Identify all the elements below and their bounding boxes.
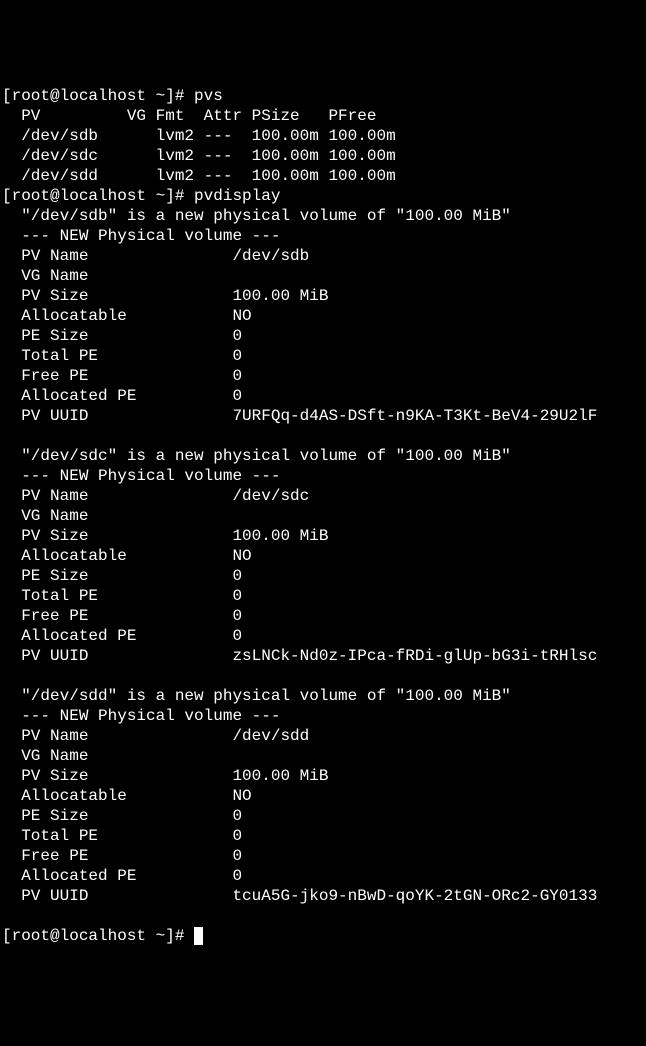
prompt: [root@localhost ~]# [2, 927, 194, 945]
terminal[interactable]: [root@localhost ~]# pvs PV VG Fmt Attr P… [2, 86, 644, 946]
pvs-row: /dev/sdc lvm2 --- 100.00m 100.00m [2, 147, 396, 165]
pv-intro: "/dev/sdc" is a new physical volume of "… [2, 447, 511, 465]
pv-size: PV Size 100.00 MiB [2, 767, 328, 785]
pv-intro: "/dev/sdb" is a new physical volume of "… [2, 207, 511, 225]
pv-intro: "/dev/sdd" is a new physical volume of "… [2, 687, 511, 705]
free-pe: Free PE 0 [2, 847, 242, 865]
command-pvs: pvs [194, 87, 223, 105]
allocated-pe: Allocated PE 0 [2, 387, 242, 405]
blank-line [2, 427, 31, 445]
pvs-row: /dev/sdb lvm2 --- 100.00m 100.00m [2, 127, 396, 145]
pv-section-header: --- NEW Physical volume --- [2, 707, 280, 725]
total-pe: Total PE 0 [2, 347, 242, 365]
pv-name: PV Name /dev/sdc [2, 487, 309, 505]
pv-uuid: PV UUID zsLNCk-Nd0z-IPca-fRDi-glUp-bG3i-… [2, 647, 597, 665]
pe-size: PE Size 0 [2, 567, 271, 585]
total-pe: Total PE 0 [2, 827, 242, 845]
pv-size: PV Size 100.00 MiB [2, 527, 328, 545]
total-pe: Total PE 0 [2, 587, 242, 605]
pv-section-header: --- NEW Physical volume --- [2, 227, 280, 245]
allocatable: Allocatable NO [2, 787, 252, 805]
pv-uuid: PV UUID tcuA5G-jko9-nBwD-qoYK-2tGN-ORc2-… [2, 887, 597, 905]
blank-line [2, 667, 31, 685]
pv-name: PV Name /dev/sdb [2, 247, 309, 265]
pe-size: PE Size 0 [2, 327, 271, 345]
pv-uuid: PV UUID 7URFQq-d4AS-DSft-n9KA-T3Kt-BeV4-… [2, 407, 597, 425]
allocatable: Allocatable NO [2, 547, 252, 565]
vg-name: VG Name [2, 267, 232, 285]
pv-section-header: --- NEW Physical volume --- [2, 467, 280, 485]
vg-name: VG Name [2, 507, 232, 525]
vg-name: VG Name [2, 747, 232, 765]
allocatable: Allocatable NO [2, 307, 252, 325]
free-pe: Free PE 0 [2, 607, 242, 625]
prompt: [root@localhost ~]# [2, 87, 194, 105]
blank-line [2, 907, 31, 925]
pe-size: PE Size 0 [2, 807, 271, 825]
pvs-row: /dev/sdd lvm2 --- 100.00m 100.00m [2, 167, 396, 185]
command-pvdisplay: pvdisplay [194, 187, 280, 205]
pvs-header: PV VG Fmt Attr PSize PFree [2, 107, 396, 125]
prompt: [root@localhost ~]# [2, 187, 194, 205]
free-pe: Free PE 0 [2, 367, 242, 385]
pv-size: PV Size 100.00 MiB [2, 287, 328, 305]
cursor-icon [194, 927, 203, 945]
allocated-pe: Allocated PE 0 [2, 627, 242, 645]
pv-name: PV Name /dev/sdd [2, 727, 309, 745]
allocated-pe: Allocated PE 0 [2, 867, 242, 885]
